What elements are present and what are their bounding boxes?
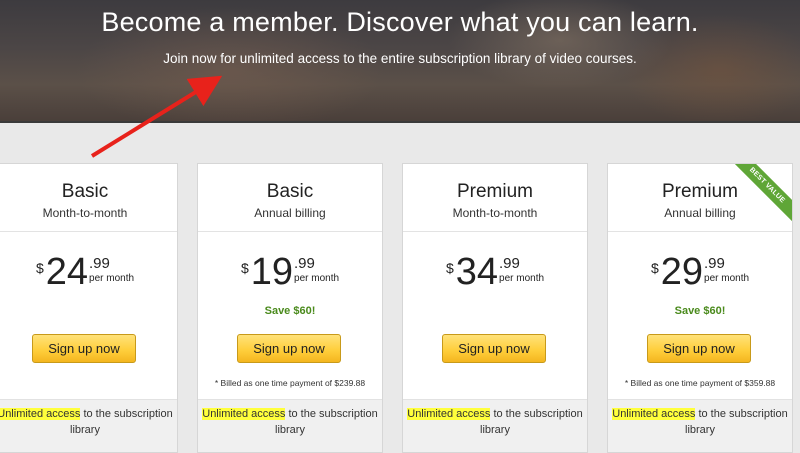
divider <box>0 231 177 232</box>
sign-up-button[interactable]: Sign up now <box>442 334 546 363</box>
feature-text: to the subscription library <box>70 408 173 436</box>
feature-text: to the subscription library <box>480 408 583 436</box>
hero-subtitle: Join now for unlimited access to the ent… <box>163 51 637 66</box>
price-cents: .99 <box>704 255 725 272</box>
feature-highlight: Unlimited access <box>0 408 81 420</box>
feature-highlight: Unlimited access <box>407 408 491 420</box>
price-dollars: 24 <box>45 251 89 293</box>
price-currency: $ <box>240 260 249 276</box>
plan-name: Basic <box>61 181 109 202</box>
plan-period: Annual billing <box>254 206 326 220</box>
plan-price: $29.99 per month <box>608 252 792 292</box>
price-per: per month <box>704 273 750 284</box>
plan-name: Premium <box>456 181 533 202</box>
plan-feature: Unlimited access to the subscription lib… <box>608 399 792 452</box>
billing-note: * Billed as one time payment of $239.88 <box>214 378 366 388</box>
price-per: per month <box>499 273 545 284</box>
plan-name: Basic <box>266 181 314 202</box>
plan-price: $24.99 per month <box>0 252 177 292</box>
plan-price: $34.99 per month <box>403 252 587 292</box>
divider <box>403 231 587 232</box>
divider <box>608 231 792 232</box>
divider <box>198 231 382 232</box>
plan-name: Premium <box>661 181 738 202</box>
price-per: per month <box>89 273 135 284</box>
price-currency: $ <box>35 260 44 276</box>
sign-up-button[interactable]: Sign up now <box>647 334 751 363</box>
plan-card-premium-annual: BEST VALUE Premium Annual billing $29.99… <box>607 163 793 453</box>
price-currency: $ <box>650 260 659 276</box>
savings-label: Save $60! <box>264 305 316 317</box>
billing-note: * Billed as one time payment of $359.88 <box>624 378 776 388</box>
price-dollars: 19 <box>250 251 294 293</box>
feature-highlight: Unlimited access <box>612 408 696 420</box>
feature-text: to the subscription library <box>275 408 378 436</box>
price-dollars: 34 <box>455 251 499 293</box>
hero-banner: Become a member. Discover what you can l… <box>0 0 800 123</box>
plan-feature: Unlimited access to the subscription lib… <box>403 399 587 452</box>
plan-card-basic-monthly: Basic Month-to-month $24.99 per month Sig… <box>0 163 178 453</box>
feature-highlight: Unlimited access <box>202 408 286 420</box>
price-cents: .99 <box>499 255 520 272</box>
plan-period: Annual billing <box>664 206 736 220</box>
savings-label: Save $60! <box>674 305 726 317</box>
plan-period: Month-to-month <box>452 206 538 220</box>
price-per: per month <box>294 273 340 284</box>
hero-title: Become a member. Discover what you can l… <box>101 7 699 37</box>
price-dollars: 29 <box>660 251 704 293</box>
plan-feature: Unlimited access to the subscription lib… <box>0 399 177 452</box>
price-cents: .99 <box>294 255 315 272</box>
price-cents: .99 <box>89 255 110 272</box>
sign-up-button[interactable]: Sign up now <box>32 334 136 363</box>
price-currency: $ <box>445 260 454 276</box>
feature-text: to the subscription library <box>685 408 788 436</box>
sign-up-button[interactable]: Sign up now <box>237 334 341 363</box>
plan-feature: Unlimited access to the subscription lib… <box>198 399 382 452</box>
plan-period: Month-to-month <box>42 206 128 220</box>
plan-card-basic-annual: Basic Annual billing $19.99 per month Sav… <box>197 163 383 453</box>
plan-price: $19.99 per month <box>198 252 382 292</box>
plan-card-premium-monthly: Premium Month-to-month $34.99 per month S… <box>402 163 588 453</box>
